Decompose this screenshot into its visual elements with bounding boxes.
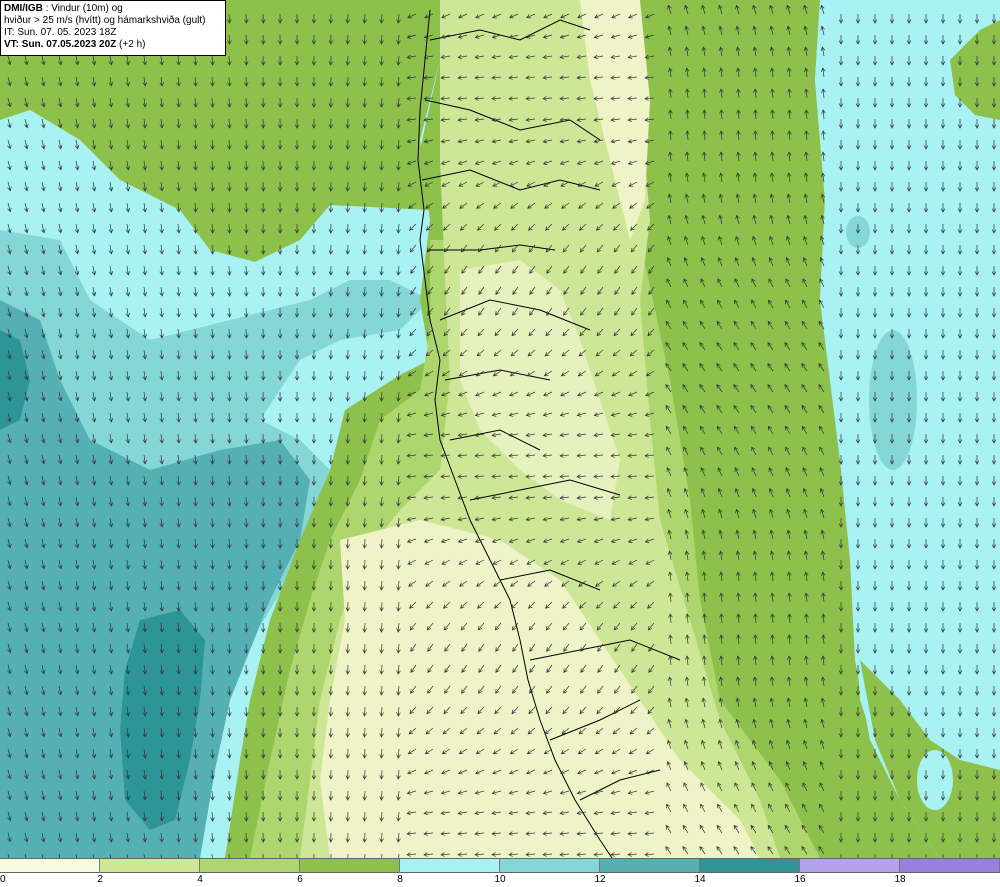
legend-tick-labels: 0 2 4 6 8 10 12 14 16 18 (0, 874, 1000, 887)
legend-tick: 14 (694, 874, 706, 885)
east-cyan-inlet (917, 750, 953, 810)
color-legend: 0 2 4 6 8 10 12 14 16 18 (0, 858, 1000, 887)
legend-tick: 10 (494, 874, 506, 885)
legend-swatch (400, 859, 500, 872)
gust-description: hviður > 25 m/s (hvítt) og hámarkshviða … (4, 15, 206, 26)
legend-tick: 2 (97, 874, 103, 885)
legend-color-bar (0, 858, 1000, 873)
legend-swatch (600, 859, 700, 872)
legend-tick: 12 (594, 874, 606, 885)
source-label: DMI/IGB (4, 3, 43, 14)
issue-time: IT: Sun. 07. 05. 2023 18Z (4, 27, 117, 38)
wind-map[interactable] (0, 0, 1000, 858)
legend-swatch (800, 859, 900, 872)
legend-swatch (900, 859, 1000, 872)
legend-tick: 6 (297, 874, 303, 885)
map-info-box: DMI/IGB : Vindur (10m) og hviður > 25 m/… (0, 0, 226, 56)
legend-tick: 16 (794, 874, 806, 885)
legend-swatch (700, 859, 800, 872)
legend-swatch (100, 859, 200, 872)
legend-tick: 18 (894, 874, 906, 885)
legend-swatch (300, 859, 400, 872)
wind-map-canvas (0, 0, 1000, 858)
legend-swatch (0, 859, 100, 872)
legend-tick: 8 (397, 874, 403, 885)
legend-swatch (200, 859, 300, 872)
lead-time: (+2 h) (116, 39, 146, 50)
valid-time: VT: Sun. 07.05.2023 20Z (4, 39, 117, 50)
legend-swatch (500, 859, 600, 872)
legend-tick: 4 (197, 874, 203, 885)
valid-time-line: VT: Sun. 07.05.2023 20Z (+2 h) (4, 39, 222, 51)
legend-tick: 0 (0, 874, 6, 885)
info-title-line: DMI/IGB : Vindur (10m) og (4, 3, 222, 15)
variable-label: : Vindur (10m) og (42, 3, 123, 14)
